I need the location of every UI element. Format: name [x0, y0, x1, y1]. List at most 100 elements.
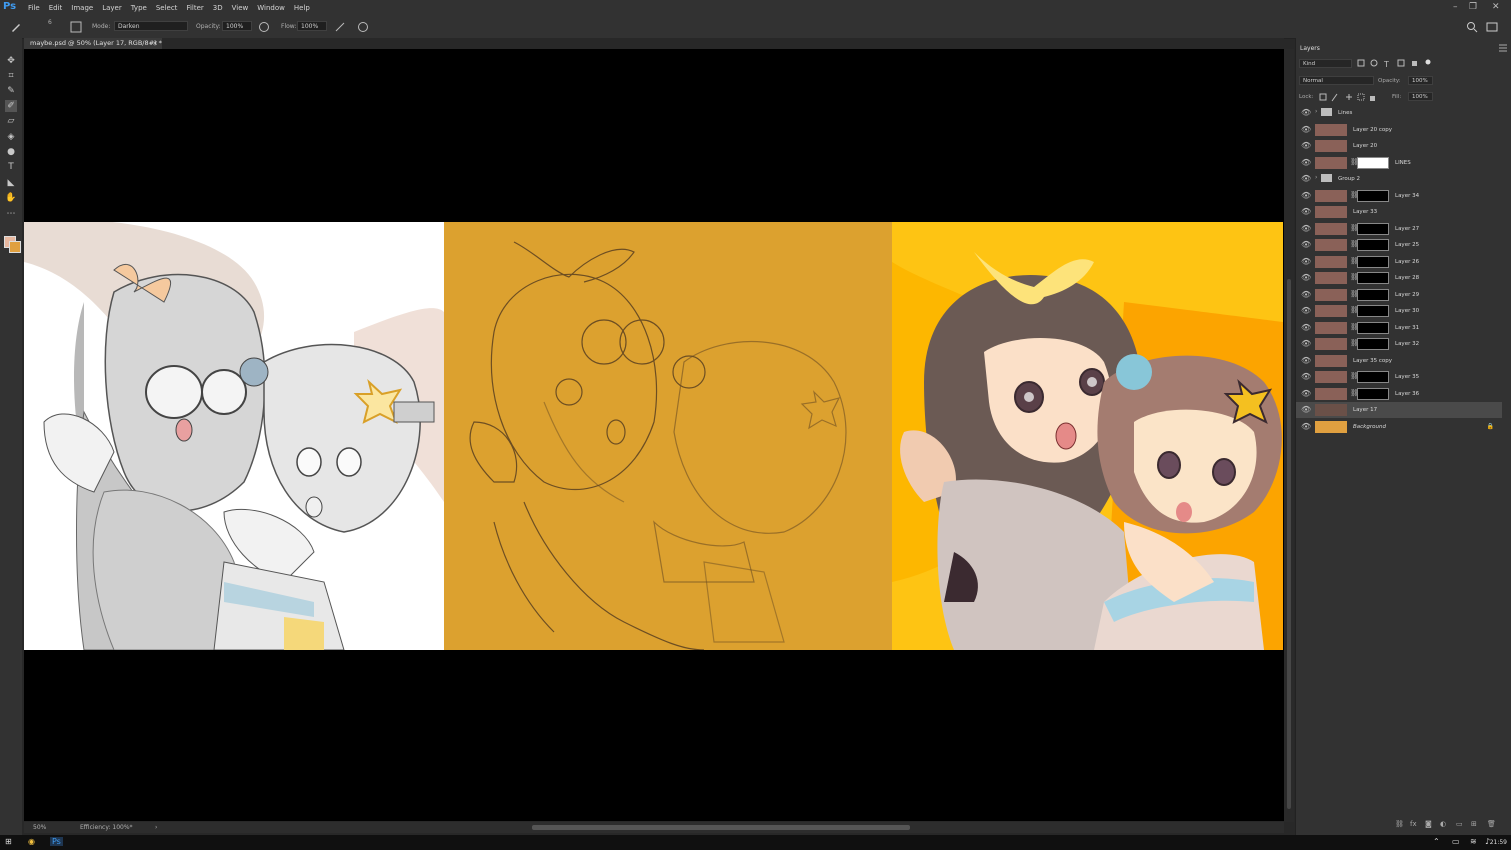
- layer-name[interactable]: Layer 26: [1395, 259, 1419, 265]
- visibility-eye-icon[interactable]: 👁: [1301, 207, 1311, 216]
- visibility-eye-icon[interactable]: 👁: [1301, 356, 1311, 365]
- group-expand-icon[interactable]: ›: [1315, 174, 1317, 181]
- visibility-eye-icon[interactable]: 👁: [1301, 174, 1311, 183]
- restore-button[interactable]: ❐: [1469, 2, 1477, 12]
- brush-panel-icon[interactable]: [70, 21, 82, 33]
- layer-row[interactable]: 👁 ⛓ Layer 30: [1296, 303, 1502, 319]
- layer-mask-thumbnail[interactable]: [1357, 255, 1389, 268]
- layer-name[interactable]: Layer 28: [1395, 275, 1419, 281]
- pressure-size-icon[interactable]: [357, 21, 369, 33]
- visibility-eye-icon[interactable]: 👁: [1301, 405, 1311, 414]
- layer-row[interactable]: 👁 ⛓ Layer 35: [1296, 369, 1502, 385]
- layer-mask-thumbnail[interactable]: [1357, 338, 1389, 350]
- menu-file[interactable]: File: [28, 4, 40, 12]
- menu-window[interactable]: Window: [257, 4, 285, 12]
- visibility-eye-icon[interactable]: 👁: [1301, 141, 1311, 150]
- horizontal-scrollbar[interactable]: [532, 825, 910, 830]
- layer-name[interactable]: Group 2: [1338, 176, 1360, 182]
- lock-icons[interactable]: [1318, 93, 1378, 102]
- visibility-eye-icon[interactable]: 👁: [1301, 422, 1311, 431]
- layer-mask-thumbnail[interactable]: [1357, 272, 1389, 284]
- layer-name[interactable]: Layer 30: [1395, 308, 1419, 314]
- layer-name[interactable]: Layer 20 copy: [1353, 127, 1392, 133]
- lock-icon[interactable]: 🔒: [1487, 423, 1494, 430]
- visibility-eye-icon[interactable]: 👁: [1301, 323, 1311, 332]
- info-arrow-icon[interactable]: ›: [155, 824, 157, 831]
- photoshop-taskbar-icon[interactable]: Ps: [50, 837, 63, 846]
- new-layer-icon[interactable]: ⊞: [1471, 820, 1477, 828]
- layer-mask-thumbnail[interactable]: [1357, 371, 1389, 383]
- layer-mask-thumbnail[interactable]: [1357, 222, 1389, 235]
- mask-icon[interactable]: ◙: [1425, 820, 1432, 828]
- eyedropper-tool-icon[interactable]: ✎: [5, 85, 17, 97]
- filter-kind-select[interactable]: Kind: [1299, 59, 1352, 68]
- layer-mask-thumbnail[interactable]: [1357, 189, 1389, 202]
- layer-row[interactable]: 👁 Layer 33: [1296, 204, 1502, 220]
- visibility-eye-icon[interactable]: 👁: [1301, 158, 1311, 167]
- network-icon[interactable]: ▭: [1452, 837, 1460, 846]
- close-button[interactable]: ✕: [1492, 2, 1500, 12]
- crop-tool-icon[interactable]: ⌗: [5, 70, 17, 82]
- layer-mask-thumbnail[interactable]: [1357, 156, 1389, 169]
- type-tool-icon[interactable]: T: [5, 161, 17, 173]
- filter-icons[interactable]: T: [1356, 59, 1436, 68]
- brush-size-value[interactable]: 6: [48, 19, 52, 26]
- paint-bucket-tool-icon[interactable]: ◈: [5, 131, 17, 143]
- minimize-button[interactable]: –: [1453, 2, 1458, 12]
- layer-mask-thumbnail[interactable]: [1357, 305, 1389, 317]
- layer-name[interactable]: Layer 31: [1395, 325, 1419, 331]
- layer-name[interactable]: Layer 25: [1395, 242, 1419, 248]
- move-tool-icon[interactable]: ✥: [5, 55, 17, 67]
- menu-image[interactable]: Image: [71, 4, 93, 12]
- layer-row[interactable]: 👁 ⛓ Layer 25: [1296, 237, 1502, 253]
- layer-row[interactable]: 👁 › Lines: [1296, 105, 1502, 121]
- path-select-tool-icon[interactable]: ◣: [5, 177, 17, 189]
- layer-name[interactable]: Lines: [1338, 110, 1352, 116]
- layer-name[interactable]: Layer 36: [1395, 391, 1419, 397]
- layer-row[interactable]: 👁 ⛓ Layer 34: [1296, 188, 1502, 204]
- visibility-eye-icon[interactable]: 👁: [1301, 372, 1311, 381]
- layer-name[interactable]: Layer 35: [1395, 374, 1419, 380]
- visibility-eye-icon[interactable]: 👁: [1301, 339, 1311, 348]
- layer-name[interactable]: Layer 32: [1395, 341, 1419, 347]
- opacity-field[interactable]: 100%: [222, 21, 252, 31]
- layer-row[interactable]: 👁 Background 🔒: [1296, 419, 1502, 435]
- zoom-level[interactable]: 50%: [33, 824, 46, 831]
- layer-mask-thumbnail[interactable]: [1357, 387, 1389, 400]
- chrome-icon[interactable]: ◉: [28, 837, 35, 846]
- visibility-eye-icon[interactable]: 👁: [1301, 257, 1311, 266]
- layer-opacity-field[interactable]: 100%: [1408, 76, 1433, 85]
- visibility-eye-icon[interactable]: 👁: [1301, 306, 1311, 315]
- layer-row[interactable]: 👁 Layer 35 copy: [1296, 353, 1502, 369]
- layer-row[interactable]: 👁 ⛓ Layer 32: [1296, 336, 1502, 352]
- layer-row[interactable]: 👁 ⛓ Layer 36: [1296, 386, 1502, 402]
- layer-name[interactable]: Layer 33: [1353, 209, 1377, 215]
- group-expand-icon[interactable]: ›: [1315, 108, 1317, 115]
- brush-tool-icon[interactable]: ✐: [5, 100, 17, 112]
- fx-icon[interactable]: fx: [1410, 820, 1417, 828]
- vertical-scrollbar-thumb[interactable]: [1287, 279, 1291, 809]
- layer-row[interactable]: 👁 ⛓ Layer 31: [1296, 320, 1502, 336]
- layer-name[interactable]: Layer 29: [1395, 292, 1419, 298]
- wifi-icon[interactable]: ≋: [1470, 837, 1477, 846]
- layer-row[interactable]: 👁 Layer 17: [1296, 402, 1502, 418]
- tab-close-icon[interactable]: ×: [153, 38, 158, 49]
- layer-mask-thumbnail[interactable]: [1357, 321, 1389, 334]
- workspace-icon[interactable]: [1486, 21, 1498, 33]
- adjustment-icon[interactable]: ◐: [1440, 820, 1446, 828]
- menu-filter[interactable]: Filter: [186, 4, 203, 12]
- layer-mask-thumbnail[interactable]: [1357, 239, 1389, 251]
- layer-row[interactable]: 👁 ⛓ Layer 26: [1296, 254, 1502, 270]
- more-tools-icon[interactable]: ⋯: [5, 208, 17, 220]
- layer-name[interactable]: Background: [1353, 424, 1386, 430]
- visibility-eye-icon[interactable]: 👁: [1301, 191, 1311, 200]
- visibility-eye-icon[interactable]: 👁: [1301, 240, 1311, 249]
- brush-tool-icon[interactable]: [10, 21, 22, 33]
- layer-name[interactable]: Layer 34: [1395, 193, 1419, 199]
- menu-3d[interactable]: 3D: [213, 4, 223, 12]
- layer-name[interactable]: Layer 35 copy: [1353, 358, 1392, 364]
- layer-mask-thumbnail[interactable]: [1357, 288, 1389, 301]
- menu-edit[interactable]: Edit: [49, 4, 63, 12]
- visibility-eye-icon[interactable]: 👁: [1301, 108, 1311, 117]
- canvas[interactable]: [24, 49, 1284, 821]
